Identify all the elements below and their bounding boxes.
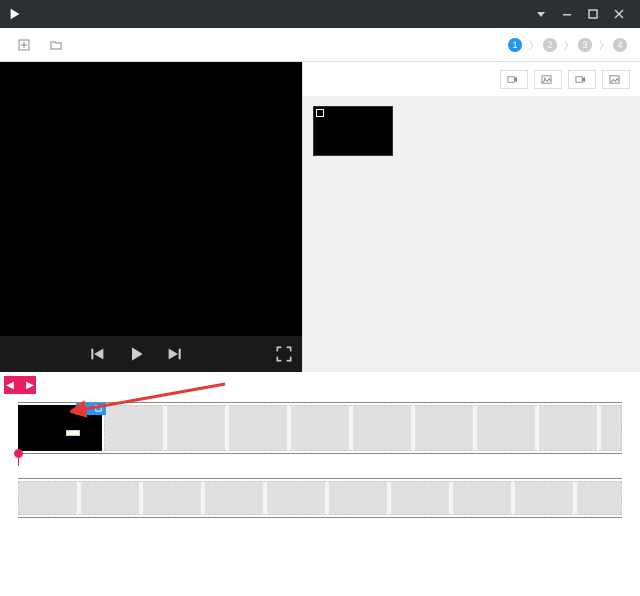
next-button[interactable] bbox=[166, 346, 182, 362]
step-3[interactable]: 3 bbox=[578, 38, 595, 52]
fullscreen-button[interactable] bbox=[276, 346, 292, 362]
video-icon bbox=[507, 74, 518, 85]
image-icon bbox=[541, 74, 552, 85]
audio-track[interactable] bbox=[18, 478, 622, 518]
app-logo bbox=[8, 7, 36, 21]
maximize-button[interactable] bbox=[580, 0, 606, 28]
chevron-right-icon: 〉 bbox=[529, 37, 539, 52]
net-video-button[interactable] bbox=[568, 70, 596, 89]
plus-icon bbox=[18, 39, 30, 51]
chevron-right-icon: 〉 bbox=[599, 37, 609, 52]
local-video-button[interactable] bbox=[500, 70, 528, 89]
time-ruler bbox=[18, 454, 622, 456]
step-1[interactable]: 1 bbox=[508, 38, 525, 52]
edit-clip-button[interactable] bbox=[76, 402, 91, 415]
main-area bbox=[0, 62, 640, 372]
player-controls bbox=[0, 336, 302, 372]
folder-icon bbox=[50, 39, 62, 51]
new-project-button[interactable] bbox=[10, 35, 42, 55]
play-button[interactable] bbox=[128, 346, 144, 362]
step-4[interactable]: 4 bbox=[613, 38, 630, 52]
dropdown-icon[interactable] bbox=[528, 0, 554, 28]
prev-button[interactable] bbox=[90, 346, 106, 362]
assets-header bbox=[303, 62, 640, 96]
net-image-icon bbox=[609, 74, 620, 85]
delete-clip-button[interactable] bbox=[91, 402, 106, 415]
chevron-right-icon: 〉 bbox=[564, 37, 574, 52]
timeline-clip[interactable] bbox=[18, 405, 102, 451]
assets-body bbox=[303, 96, 640, 372]
local-image-button[interactable] bbox=[534, 70, 562, 89]
step-forward-button[interactable]: ▶ bbox=[24, 380, 36, 391]
video-canvas[interactable] bbox=[0, 62, 302, 336]
assets-panel bbox=[302, 62, 640, 372]
video-player bbox=[0, 62, 302, 372]
close-button[interactable] bbox=[606, 0, 632, 28]
toolbar: 1 〉 2 〉 3 〉 4 bbox=[0, 28, 640, 62]
tooltip bbox=[66, 430, 80, 436]
video-track[interactable] bbox=[18, 402, 622, 454]
minimize-button[interactable] bbox=[554, 0, 580, 28]
my-projects-button[interactable] bbox=[42, 35, 74, 55]
titlebar bbox=[0, 0, 640, 28]
empty-track-area[interactable] bbox=[18, 481, 622, 515]
empty-track-area[interactable] bbox=[104, 405, 622, 451]
step-2[interactable]: 2 bbox=[543, 38, 560, 52]
step-back-button[interactable]: ◀ bbox=[4, 380, 16, 391]
asset-thumbnail[interactable] bbox=[313, 106, 393, 156]
wizard-steps: 1 〉 2 〉 3 〉 4 bbox=[508, 37, 630, 52]
timeline bbox=[0, 394, 640, 518]
checkbox-icon[interactable] bbox=[316, 109, 324, 117]
timeline-area: ◀ ▶ bbox=[0, 372, 640, 518]
time-indicator: ◀ ▶ bbox=[4, 376, 36, 394]
net-image-button[interactable] bbox=[602, 70, 630, 89]
net-video-icon bbox=[575, 74, 586, 85]
